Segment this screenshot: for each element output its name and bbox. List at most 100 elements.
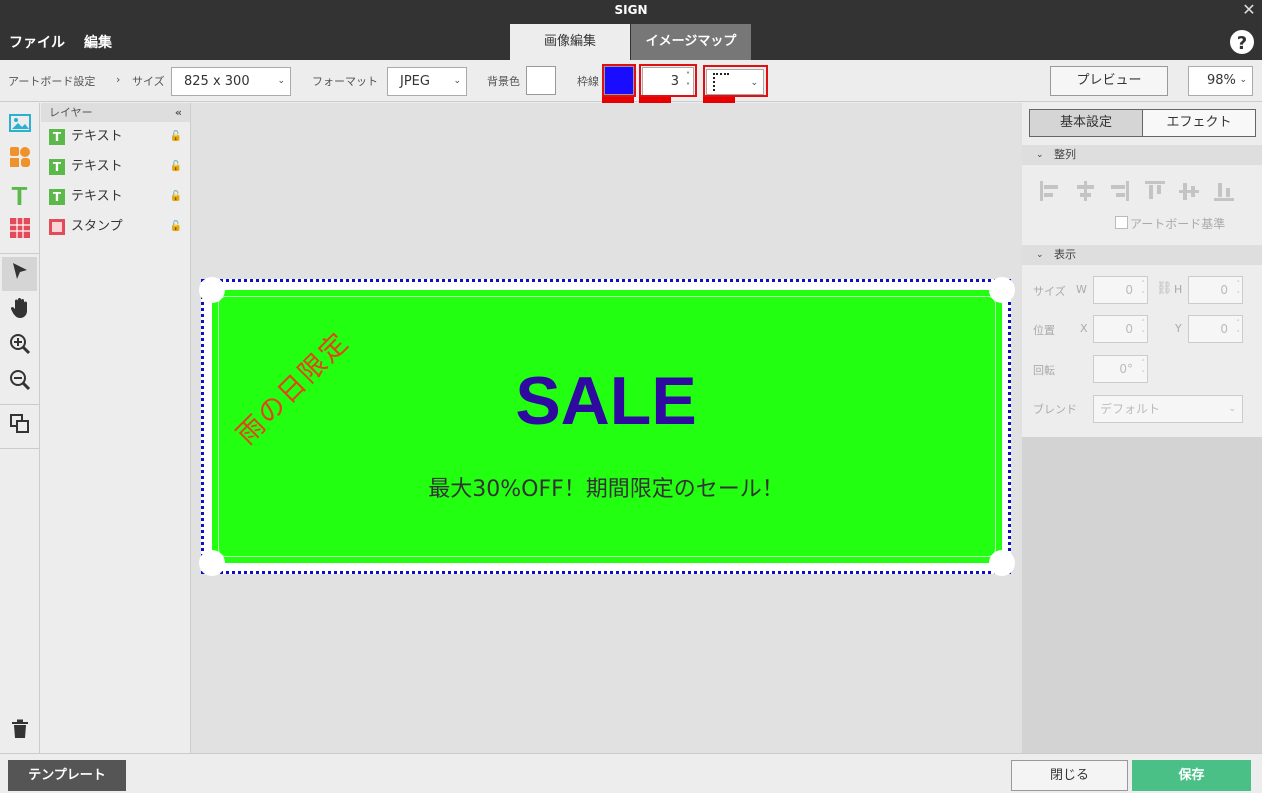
stepper-arrows-icon[interactable]: ˄ ˅ <box>1142 279 1146 301</box>
y-input[interactable]: 0 ˄ ˅ <box>1188 315 1243 343</box>
breadcrumb-separator: › <box>116 73 121 86</box>
subline-text[interactable]: 最大30%OFF！期間限定のセール！ <box>204 471 1008 503</box>
blend-select[interactable]: デフォルト ⌄ <box>1093 395 1243 423</box>
bgcolor-label: 背景色 <box>487 75 520 88</box>
title-bar: SIGN ✕ <box>0 0 1262 22</box>
align-bottom-icon[interactable] <box>1214 181 1234 201</box>
template-button[interactable]: テンプレート <box>8 760 126 791</box>
format-value: JPEG <box>400 74 430 89</box>
chevron-down-icon: ⌄ <box>277 76 285 86</box>
link-chain-icon[interactable]: ⛓ <box>1156 281 1173 296</box>
menu-bar: ファイル 編集 画像編集 イメージマップ ? <box>0 22 1262 60</box>
tab-basic-settings[interactable]: 基本設定 <box>1029 109 1143 137</box>
image-icon[interactable] <box>2 109 37 143</box>
stamp-icon[interactable] <box>2 215 37 249</box>
x-input[interactable]: 0 ˄ ˅ <box>1093 315 1148 343</box>
layer-label: スタンプ <box>71 219 123 234</box>
chevron-down-icon: ⌄ <box>1036 150 1044 160</box>
artboard-reference-label: アートボード基準 <box>1130 217 1226 231</box>
select-arrow-icon[interactable] <box>2 257 37 291</box>
position-label: 位置 <box>1033 324 1055 337</box>
width-input[interactable]: 0 ˄ ˅ <box>1093 276 1148 304</box>
tab-image-edit[interactable]: 画像編集 <box>510 24 630 60</box>
layer-item[interactable]: T テキスト 🔓 <box>41 182 190 212</box>
size-value: 825 x 300 <box>184 74 250 89</box>
highlight-box-2 <box>639 64 697 97</box>
tab-effect[interactable]: エフェクト <box>1142 109 1256 137</box>
ticket-notch <box>989 277 1015 303</box>
properties-panel: 基本設定 エフェクト ⌄ 整列 アートボード基準 ⌄ 表示 サイズ W 0 ˄ ˅ … <box>1022 103 1262 753</box>
lock-icon[interactable]: 🔓 <box>170 182 182 212</box>
w-label: W <box>1076 283 1087 296</box>
lock-icon[interactable]: 🔓 <box>170 152 182 182</box>
left-toolbar: T <box>0 103 40 753</box>
align-section-header[interactable]: ⌄ 整列 <box>1022 145 1262 165</box>
format-select[interactable]: JPEG ⌄ <box>387 67 467 96</box>
y-label: Y <box>1175 322 1182 335</box>
artboard-reference-checkbox[interactable] <box>1115 216 1128 229</box>
y-value: 0 <box>1220 322 1228 336</box>
bgcolor-swatch[interactable] <box>526 66 556 95</box>
size-label: サイズ <box>1033 285 1066 298</box>
layer-item[interactable]: スタンプ 🔓 <box>41 212 190 242</box>
layer-label: テキスト <box>71 189 123 204</box>
help-icon[interactable]: ? <box>1230 30 1254 54</box>
preview-button[interactable]: プレビュー <box>1050 66 1168 96</box>
align-left-icon[interactable] <box>1040 181 1060 201</box>
chevron-down-icon: ⌄ <box>1036 250 1044 260</box>
artboard[interactable]: SALE 最大30%OFF！期間限定のセール！ 雨の日限定 <box>199 277 1015 576</box>
layers-panel: レイヤー « T テキスト 🔓 T テキスト 🔓 T テキスト 🔓 スタンプ 🔓 <box>41 103 191 753</box>
stepper-arrows-icon[interactable]: ˄ ˅ <box>1142 318 1146 340</box>
rotate-input[interactable]: 0° ˄ ˅ <box>1093 355 1148 383</box>
layers-title: レイヤー <box>49 106 93 119</box>
lock-icon[interactable]: 🔓 <box>170 212 182 242</box>
chevron-down-icon: ⌄ <box>1239 75 1247 85</box>
size-select[interactable]: 825 x 300 ⌄ <box>171 67 291 96</box>
ticket-notch <box>989 550 1015 576</box>
tab-image-map[interactable]: イメージマップ <box>631 24 751 60</box>
highlight-box-1 <box>602 64 636 97</box>
zoom-value: 98% <box>1207 73 1236 88</box>
display-section-title: 表示 <box>1054 248 1076 261</box>
close-icon[interactable]: ✕ <box>1240 1 1258 19</box>
save-button[interactable]: 保存 <box>1132 760 1251 791</box>
x-label: X <box>1080 322 1088 335</box>
stamp-layer-icon <box>49 219 65 235</box>
text-tool-icon[interactable]: T <box>2 179 37 213</box>
align-section-title: 整列 <box>1054 148 1076 161</box>
shapes-icon[interactable] <box>2 144 37 178</box>
arrange-icon[interactable] <box>2 411 37 445</box>
chevron-down-icon: ⌄ <box>453 76 461 86</box>
display-section-header[interactable]: ⌄ 表示 <box>1022 245 1262 265</box>
h-label: H <box>1174 283 1183 296</box>
stepper-arrows-icon[interactable]: ˄ ˅ <box>1237 318 1241 340</box>
collapse-icon[interactable]: « <box>175 103 182 122</box>
height-input[interactable]: 0 ˄ ˅ <box>1188 276 1243 304</box>
align-center-v-icon[interactable] <box>1179 181 1199 201</box>
layer-item[interactable]: T テキスト 🔓 <box>41 152 190 182</box>
lock-icon[interactable]: 🔓 <box>170 122 182 152</box>
x-value: 0 <box>1125 322 1133 336</box>
close-button[interactable]: 閉じる <box>1011 760 1128 791</box>
hand-icon[interactable] <box>2 295 37 329</box>
border-label: 枠線 <box>577 75 599 88</box>
window-title: SIGN <box>614 3 648 17</box>
align-right-icon[interactable] <box>1109 181 1129 201</box>
width-value: 0 <box>1125 283 1133 297</box>
top-toolbar: アートボード設定 › サイズ 825 x 300 ⌄ フォーマット JPEG ⌄… <box>0 60 1262 102</box>
zoom-out-icon[interactable] <box>2 367 37 401</box>
align-center-h-icon[interactable] <box>1075 181 1095 201</box>
blend-label: ブレンド <box>1033 403 1077 416</box>
zoom-select[interactable]: 98% ⌄ <box>1188 66 1253 96</box>
menu-file[interactable]: ファイル <box>9 32 65 52</box>
layer-item[interactable]: T テキスト 🔓 <box>41 122 190 152</box>
align-top-icon[interactable] <box>1145 181 1165 201</box>
zoom-in-icon[interactable] <box>2 331 37 365</box>
trash-icon[interactable] <box>2 715 37 749</box>
canvas-area[interactable]: SALE 最大30%OFF！期間限定のセール！ 雨の日限定 <box>191 103 1022 753</box>
stepper-arrows-icon[interactable]: ˄ ˅ <box>1142 358 1146 380</box>
menu-edit[interactable]: 編集 <box>84 32 112 52</box>
chevron-down-icon: ⌄ <box>1228 404 1236 414</box>
layers-header: レイヤー « <box>41 103 190 122</box>
stepper-arrows-icon[interactable]: ˄ ˅ <box>1237 279 1241 301</box>
